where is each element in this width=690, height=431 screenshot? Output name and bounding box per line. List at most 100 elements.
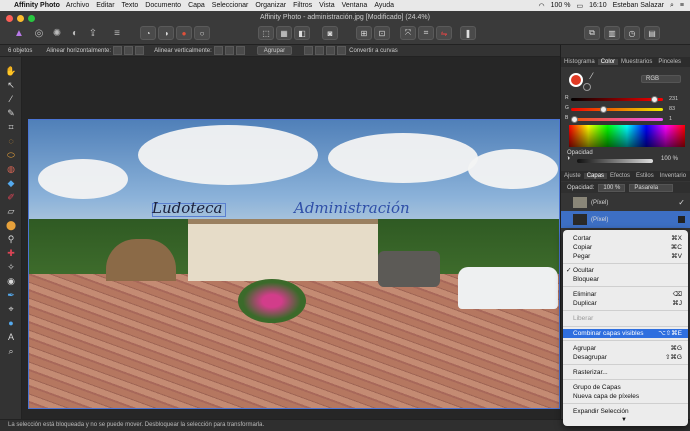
menu-editar[interactable]: Editar [96, 2, 114, 9]
paint-mixer-tool-icon[interactable]: ✎ [5, 107, 17, 119]
canvas[interactable]: Ludoteca Administración [22, 57, 560, 419]
brush-tools-button[interactable]: ▥ [604, 26, 620, 40]
align-middle-icon[interactable] [224, 46, 234, 55]
red-slider-knob[interactable] [650, 96, 658, 103]
layer-name[interactable]: (Píxel) [591, 217, 608, 223]
align-left-icon[interactable] [113, 46, 123, 55]
pen-tool-icon[interactable]: ✒ [5, 289, 17, 301]
view-tool-icon[interactable]: ✋ [5, 65, 17, 77]
menu-item-ocultar[interactable]: ✓ Ocultar [563, 266, 688, 275]
panorama-photo[interactable]: Ludoteca Administración [28, 119, 560, 409]
align-top-icon[interactable] [213, 46, 223, 55]
wifi-icon[interactable]: ◠ [538, 2, 544, 10]
red-value[interactable]: 231 [669, 96, 678, 102]
blue-slider-knob[interactable] [571, 116, 579, 123]
red-eye-tool-icon[interactable]: ◉ [5, 275, 17, 287]
snapping-button[interactable]: ⊞ [356, 26, 372, 40]
document-settings-icon[interactable]: ≡ [110, 26, 124, 40]
liquify-persona-icon[interactable]: ◎ [32, 26, 46, 40]
layer-visibility-box[interactable] [678, 216, 685, 223]
color-spectrum[interactable] [569, 125, 685, 147]
menu-scroll-down-icon[interactable]: ▼ [621, 417, 627, 423]
menu-filtros[interactable]: Filtros [293, 2, 312, 9]
inpainting-brush-icon[interactable]: ✧ [5, 261, 17, 273]
menu-item-copiar[interactable]: Copiar ⌘C [563, 243, 688, 252]
assistant-button[interactable]: ❚ [460, 26, 476, 40]
crop-tool-icon[interactable]: ⌗ [5, 121, 17, 133]
rotate-icon[interactable] [315, 46, 325, 55]
app-menu[interactable]: Affinity Photo [14, 2, 60, 9]
opacity-slider[interactable] [577, 159, 653, 163]
quick-mask-button[interactable]: ◙ [322, 26, 338, 40]
node-tool-icon[interactable]: ⌖ [5, 303, 17, 315]
ludoteca-text[interactable]: Ludoteca [152, 199, 223, 217]
tab-histograma[interactable]: Histograma [561, 59, 598, 65]
auto-colors-button[interactable]: ● [176, 26, 192, 40]
tab-capas[interactable]: Capas [583, 173, 608, 179]
layer-visibility-check-icon[interactable]: ✓ [678, 198, 685, 207]
zoom-tool-icon[interactable]: ⌕ [5, 345, 17, 357]
blemish-tool-icon[interactable]: ✚ [5, 247, 17, 259]
menu-item-duplicar[interactable]: Duplicar ⌘J [563, 299, 688, 308]
green-value[interactable]: 83 [669, 106, 675, 112]
menu-vista[interactable]: Vista [319, 2, 334, 9]
convert-curves-icon[interactable] [337, 46, 347, 55]
menu-list-icon[interactable]: ≡ [680, 2, 684, 9]
selection-brush-icon[interactable]: ◌ [5, 135, 17, 147]
mirror-button[interactable]: ⇋ [436, 26, 452, 40]
paint-brush-icon[interactable]: ✐ [5, 191, 17, 203]
tab-ajuste[interactable]: Ajuste [561, 173, 584, 179]
auto-white-balance-button[interactable]: ○ [194, 26, 210, 40]
menu-seleccionar[interactable]: Seleccionar [212, 2, 249, 9]
marquee-select-button[interactable]: ⬚ [258, 26, 274, 40]
select-all-button[interactable]: ▦ [276, 26, 292, 40]
marquee-tool-icon[interactable]: ⬭ [5, 149, 17, 161]
crop-button[interactable]: ⌗ [418, 26, 434, 40]
layer-name[interactable]: (Píxel) [591, 200, 608, 206]
auto-contrast-button[interactable]: ◑ [158, 26, 174, 40]
personas-split-button[interactable]: ⧉ [584, 26, 600, 40]
tab-estilos[interactable]: Estilos [633, 173, 657, 179]
export-persona-icon[interactable]: ⇪ [86, 26, 100, 40]
blue-slider[interactable] [571, 116, 663, 123]
clock[interactable]: 16:10 [589, 2, 607, 9]
primary-color-swatch[interactable] [569, 73, 583, 87]
layer-row-selected[interactable]: (Píxel) [561, 211, 690, 228]
auto-levels-button[interactable]: ◔ [140, 26, 156, 40]
menu-item-combinar-capas-visibles[interactable]: Combinar capas visibles ⌥⇧⌘E [563, 329, 688, 338]
dodge-tool-icon[interactable]: ⬤ [5, 219, 17, 231]
menu-item-nueva-capa-pixeles[interactable]: Nueva capa de píxeles [563, 392, 688, 401]
layers-opacity-field[interactable]: 100 % [598, 183, 626, 192]
grid-button[interactable]: ⊡ [374, 26, 390, 40]
menu-capa[interactable]: Capa [188, 2, 205, 9]
blend-mode-select[interactable]: Pasarela [629, 183, 674, 192]
menu-item-agrupar[interactable]: Agrupar ⌘G [563, 344, 688, 353]
develop-persona-icon[interactable]: ✺ [50, 26, 64, 40]
transform-button[interactable]: ⤧ [400, 26, 416, 40]
panels-button[interactable]: ▤ [644, 26, 660, 40]
photo-persona-icon[interactable]: ▲ [12, 26, 26, 40]
tab-pinceles[interactable]: Pinceles [655, 59, 684, 65]
opacity-value[interactable]: 100 % [661, 156, 678, 162]
tab-color[interactable]: Color [597, 59, 619, 65]
align-right-icon[interactable] [135, 46, 145, 55]
secondary-color-swatch[interactable] [583, 83, 591, 91]
color-mode-select[interactable]: RGB [641, 75, 681, 83]
deselect-button[interactable]: ◧ [294, 26, 310, 40]
convert-to-curves-button[interactable]: Convertir a curvas [349, 48, 398, 54]
menu-item-eliminar[interactable]: Eliminar ⌫ [563, 290, 688, 299]
green-slider[interactable] [571, 106, 663, 113]
flip-icon[interactable] [326, 46, 336, 55]
menu-item-cortar[interactable]: Cortar ⌘X [563, 234, 688, 243]
move-tool-icon[interactable]: ↖ [5, 79, 17, 91]
menu-item-desagrupar[interactable]: Desagrupar ⇧⌘G [563, 353, 688, 362]
transform-origin-icon[interactable] [304, 46, 314, 55]
menu-item-rasterizar[interactable]: Rasterizar... [563, 368, 688, 377]
menu-item-expandir-seleccion[interactable]: Expandir Selección [563, 407, 688, 416]
color-picker-tool-icon[interactable]: ⁄ [5, 93, 17, 105]
align-center-icon[interactable] [124, 46, 134, 55]
menu-ventana[interactable]: Ventana [342, 2, 368, 9]
menu-archivo[interactable]: Archivo [66, 2, 89, 9]
erase-brush-icon[interactable]: ▱ [5, 205, 17, 217]
clone-brush-icon[interactable]: ⚲ [5, 233, 17, 245]
